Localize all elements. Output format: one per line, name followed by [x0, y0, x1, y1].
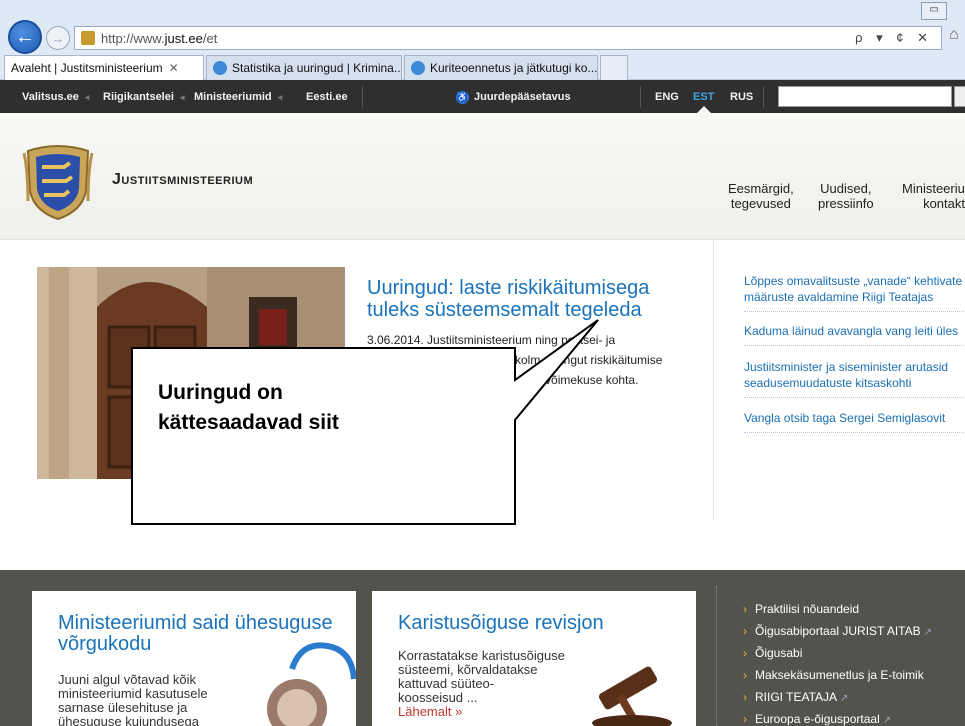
network-illustration — [267, 642, 356, 726]
quick-link-item[interactable]: › Õigusabi — [743, 646, 802, 660]
card-text: kattuvad süüteo- — [398, 676, 495, 691]
quick-link-item[interactable]: › Euroopa e-õigusportaal ↗ — [743, 712, 891, 726]
callout-line: Uuringud on — [158, 381, 283, 404]
site-favicon-icon — [81, 31, 95, 45]
quick-link-item[interactable]: › Õigusabiportaal JURIST AITAB ↗ — [743, 624, 932, 638]
door-photo — [37, 267, 345, 479]
tab-avaleht[interactable]: Avaleht | Justitsministeerium ✕ — [4, 55, 204, 97]
lang-est[interactable]: EST — [693, 91, 714, 103]
site-search-button[interactable] — [954, 86, 965, 107]
card-text: Korrastatakse karistusõiguse — [398, 648, 565, 663]
tab-label: Kuriteoennetus ja jätkutugi ko... — [430, 61, 598, 75]
home-icon[interactable]: ⌂ — [949, 26, 965, 48]
address-tools[interactable]: ρ ▾ ¢ ✕ — [855, 30, 933, 46]
accessibility-icon: ♿ — [456, 91, 469, 104]
address-bar[interactable]: http://www.just.ee/et ρ ▾ ¢ ✕ — [74, 26, 942, 50]
site-name[interactable]: Justiitsministeerium — [112, 171, 253, 189]
read-more-link[interactable]: Lähemalt » — [398, 705, 462, 719]
nav-ministeerium[interactable]: Ministeeriumkontakt — [902, 181, 965, 211]
ie-favicon-icon — [213, 61, 227, 75]
callout-line: kättesaadavad siit — [158, 411, 339, 434]
external-link-icon: ↗ — [840, 693, 849, 704]
card-ministeeriumid[interactable]: Ministeeriumid said ühesuguse võrgukodu … — [32, 591, 356, 726]
new-tab-button[interactable] — [600, 55, 628, 80]
quick-link-item[interactable]: › Praktilisi nõuandeid — [743, 602, 859, 616]
card-title[interactable]: Karistusõiguse revisjon — [398, 613, 678, 634]
tab-kuriteoennetus[interactable]: Kuriteoennetus ja jätkutugi ko... — [404, 55, 598, 80]
accessibility-link[interactable]: ♿ Juurdepääsetavus — [456, 91, 571, 104]
divider — [362, 86, 363, 108]
topbar-link-eesti[interactable]: Eesti.ee — [306, 91, 348, 103]
news-item[interactable]: Vangla otsib taga Sergei Semiglasovit — [744, 410, 965, 433]
nav-eesmargid[interactable]: Eesmärgid, tegevused — [728, 181, 794, 211]
external-link-icon: ↗ — [882, 715, 892, 726]
gavel-illustration — [592, 666, 672, 726]
card-text: sarnase ülesehituse ja — [58, 700, 188, 715]
news-list: Lõppes omavalitsuste „vanade“ kehtivate … — [713, 240, 965, 520]
feature-line: 3.06.2014. Justiitsministeerium ning pol… — [367, 333, 616, 347]
divider — [763, 86, 764, 108]
divider — [640, 86, 641, 108]
site-header: Justiitsministeerium Eesmärgid, tegevused… — [0, 113, 965, 240]
topbar-link-riigikantselei[interactable]: Riigikantselei ◂ — [103, 91, 184, 103]
news-item[interactable]: Lõppes omavalitsuste „vanade“ kehtivate … — [744, 273, 965, 312]
card-karistusoigus[interactable]: Karistusõiguse revisjon Korrastatakse ka… — [372, 591, 696, 726]
card-text: Juuni algul võtavad kõik — [58, 672, 197, 687]
tab-label: Statistika ja uuringud | Krimina... — [232, 61, 402, 75]
tab-statistika[interactable]: Statistika ja uuringud | Krimina... — [206, 55, 402, 80]
forward-arrow-icon: → — [51, 30, 65, 46]
card-text: süsteemi, kõrvaldatakse — [398, 662, 538, 677]
quick-link-item[interactable]: › RIIGI TEATAJA ↗ — [743, 690, 848, 704]
news-item[interactable]: Kaduma läinud avavangla vang leiti üles — [744, 323, 965, 346]
topbar-link-ministeeriumid[interactable]: Ministeeriumid ◂ — [194, 91, 282, 103]
site-search-input[interactable] — [778, 86, 952, 107]
feature-title[interactable]: Uuringud: laste riskikäitumisega tuleks … — [367, 277, 687, 321]
news-item[interactable]: Justiitsminister ja siseminister arutasi… — [744, 359, 965, 398]
quick-link-item[interactable]: › Maksekäsumenetlus ja E-toimik — [743, 668, 924, 682]
estonian-coat-of-arms-logo[interactable] — [22, 141, 94, 221]
nav-uudised[interactable]: Uudised, pressiinfo — [818, 181, 874, 211]
card-text: koosseisud ... — [398, 690, 478, 705]
ie-favicon-icon — [411, 61, 425, 75]
tab-strip: Avaleht | Justitsministeerium ✕ Statisti… — [4, 55, 630, 97]
back-arrow-icon: ← — [15, 25, 35, 48]
lang-rus[interactable]: RUS — [730, 91, 753, 103]
minimize-button[interactable]: ▭ — [921, 2, 947, 20]
feature-line: kolm uuringut riskikäitumise — [515, 353, 663, 367]
quick-links: › Praktilisi nõuandeid › Õigusabiportaal J… — [716, 586, 965, 726]
card-text: ministeeriumid kasutusele — [58, 686, 208, 701]
external-link-icon: ↗ — [923, 627, 933, 638]
forward-button[interactable]: → — [46, 26, 70, 50]
topbar-link-valitsus[interactable]: Valitsus.ee ◂ — [22, 91, 89, 103]
browser-chrome: ▭ ← → http://www.just.ee/et ρ ▾ ¢ ✕ ⌂ Av… — [0, 0, 965, 97]
callout-text: Uuringud on kättesaadavad siit — [158, 378, 458, 438]
close-tab-icon[interactable]: ✕ — [169, 61, 179, 75]
back-button[interactable]: ← — [8, 20, 42, 54]
address-url: http://www.just.ee/et — [101, 30, 218, 46]
feature-image[interactable] — [37, 267, 345, 479]
card-text: ühesuguse kujundusega — [58, 714, 199, 726]
tab-label: Avaleht | Justitsministeerium — [11, 61, 163, 75]
lang-eng[interactable]: ENG — [655, 91, 679, 103]
active-lang-caret — [697, 106, 711, 113]
